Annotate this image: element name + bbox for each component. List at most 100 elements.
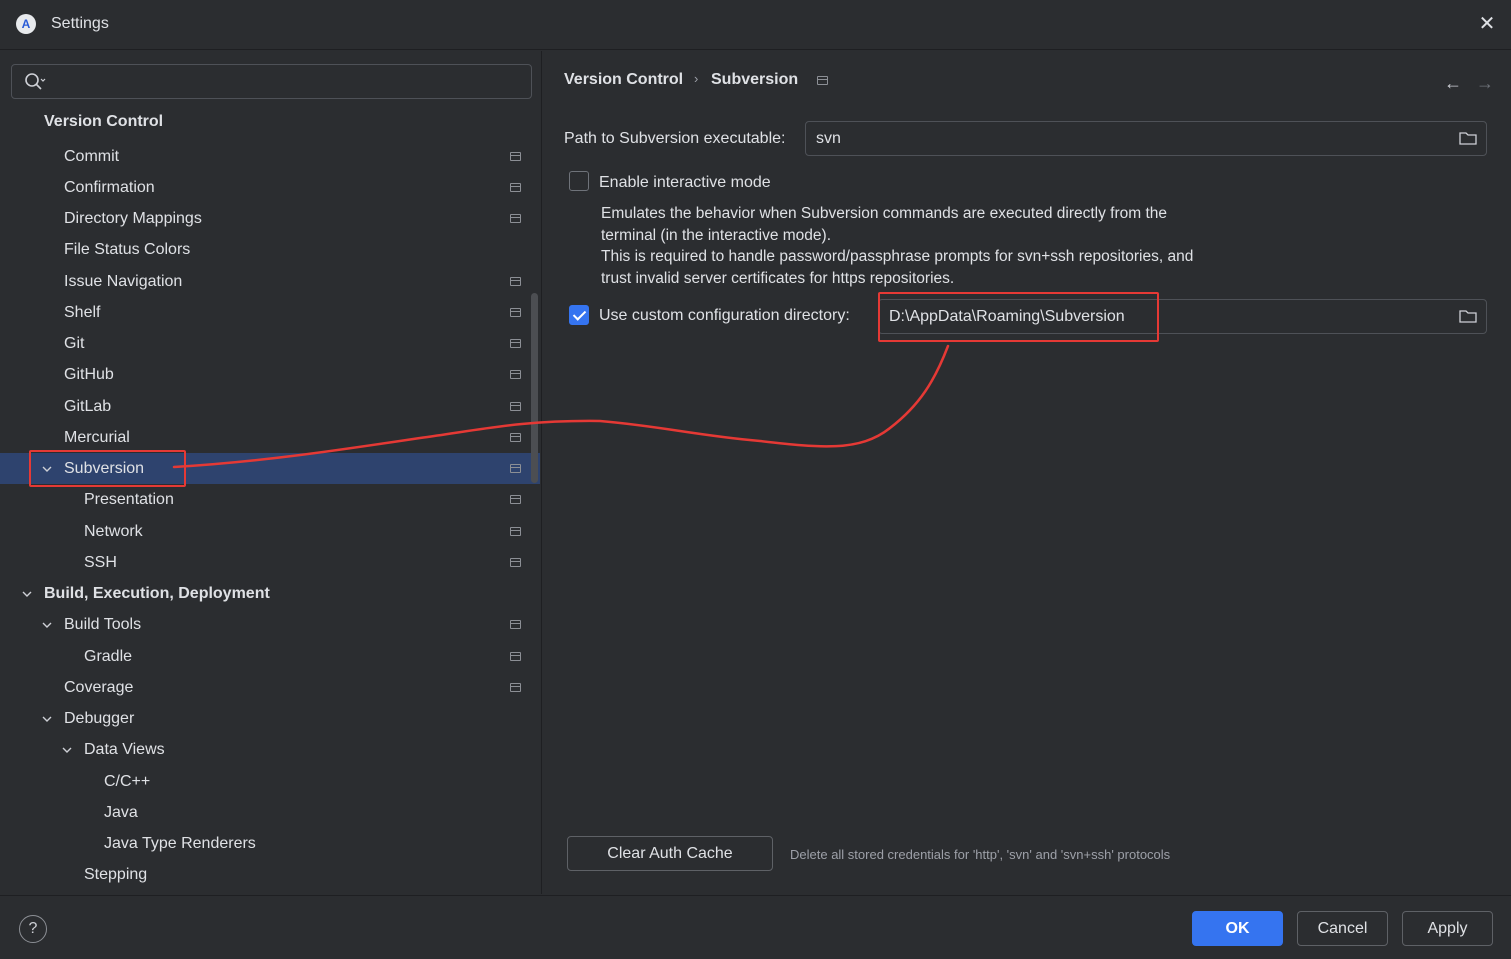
svn-path-value: svn [816, 130, 841, 147]
search-icon [24, 72, 46, 92]
sidebar-item-label: Java [104, 803, 138, 821]
breadcrumb-current: Subversion [711, 71, 799, 88]
sidebar-item-label: Debugger [64, 709, 135, 727]
description-line: terminal (in the interactive mode). [601, 226, 832, 244]
folder-icon[interactable] [1459, 309, 1477, 323]
project-scope-icon [510, 152, 521, 161]
sidebar-item-coverage[interactable]: Coverage [0, 672, 540, 703]
sidebar-item-file-status-colors[interactable]: File Status Colors [0, 234, 540, 265]
custom-config-checkbox[interactable] [569, 305, 589, 325]
project-scope-icon [510, 495, 521, 504]
sidebar-item-c-c[interactable]: C/C++ [0, 766, 540, 797]
sidebar-item-build-tools[interactable]: Build Tools [0, 609, 540, 640]
sidebar-item-shelf[interactable]: Shelf [0, 297, 540, 328]
project-scope-icon [510, 558, 521, 567]
sidebar-item-label: GitHub [64, 365, 114, 383]
apply-button[interactable]: Apply [1402, 911, 1493, 946]
sidebar-item-label: Confirmation [64, 178, 155, 196]
project-scope-icon [510, 183, 521, 192]
sidebar-item-git[interactable]: Git [0, 328, 540, 359]
breadcrumb-separator: › [694, 71, 699, 86]
sidebar-item-label: File Status Colors [64, 240, 191, 258]
android-studio-icon: A [16, 14, 36, 34]
project-scope-icon [817, 76, 828, 85]
sidebar-item-label: Build Tools [64, 615, 142, 633]
sidebar-item-label: Gradle [84, 647, 133, 665]
interactive-mode-label[interactable]: Enable interactive mode [599, 174, 771, 192]
sidebar-item-label: C/C++ [104, 772, 151, 790]
sidebar-item-directory-mappings[interactable]: Directory Mappings [0, 203, 540, 234]
sidebar-item-mercurial[interactable]: Mercurial [0, 422, 540, 453]
sidebar-item-label: Issue Navigation [64, 272, 183, 290]
svn-path-field[interactable]: svn [805, 121, 1487, 156]
chevron-down-icon[interactable] [41, 713, 53, 725]
sidebar-item-label: Git [64, 334, 85, 352]
project-scope-icon [510, 277, 521, 286]
breadcrumb-parent[interactable]: Version Control [564, 71, 683, 89]
sidebar-item-label: Version Control [44, 112, 164, 130]
sidebar-item-label: Stepping [84, 865, 148, 883]
sidebar-item-debugger[interactable]: Debugger [0, 703, 540, 734]
project-scope-icon [510, 464, 521, 473]
sidebar-item-gradle[interactable]: Gradle [0, 641, 540, 672]
sidebar-item-network[interactable]: Network [0, 516, 540, 547]
close-icon[interactable]: ✕ [1475, 12, 1499, 36]
sidebar-item-version-control[interactable]: Version Control [0, 106, 540, 137]
sidebar-item-label: GitLab [64, 397, 112, 415]
sidebar-item-confirmation[interactable]: Confirmation [0, 172, 540, 203]
sidebar-item-label: Shelf [64, 303, 101, 321]
arrow-right-icon[interactable]: → [1476, 73, 1494, 94]
sidebar-item-build-execution-deployment[interactable]: Build, Execution, Deployment [0, 578, 540, 609]
sidebar-item-java[interactable]: Java [0, 797, 540, 828]
project-scope-icon [510, 308, 521, 317]
sidebar-item-stepping[interactable]: Stepping [0, 859, 540, 890]
clear-auth-cache-button[interactable]: Clear Auth Cache [567, 836, 773, 871]
sidebar-scrollbar[interactable] [531, 293, 538, 483]
sidebar-item-label: SSH [84, 553, 117, 571]
project-scope-icon [510, 527, 521, 536]
title-bar: A Settings ✕ [0, 0, 1511, 50]
project-scope-icon [510, 683, 521, 692]
interactive-mode-description: Emulates the behavior when Subversion co… [601, 203, 1193, 289]
sidebar-item-gitlab[interactable]: GitLab [0, 391, 540, 422]
cancel-button[interactable]: Cancel [1297, 911, 1388, 946]
chevron-down-icon[interactable] [41, 619, 53, 631]
sidebar-item-label: Commit [64, 147, 120, 165]
project-scope-icon [510, 652, 521, 661]
description-line: Emulates the behavior when Subversion co… [601, 205, 1168, 222]
clear-auth-hint: Delete all stored credentials for 'http'… [790, 847, 1171, 862]
sidebar-item-label: Build, Execution, Deployment [44, 584, 270, 602]
path-label: Path to Subversion executable: [564, 130, 786, 147]
window-title: Settings [51, 15, 109, 32]
interactive-mode-checkbox[interactable] [569, 171, 589, 191]
project-scope-icon [510, 620, 521, 629]
arrow-left-icon[interactable]: ← [1444, 73, 1462, 94]
sidebar-item-label: Data Views [84, 740, 165, 758]
settings-content: Version Control › Subversion ← → Path to… [543, 51, 1511, 894]
sidebar-item-commit[interactable]: Commit [0, 141, 540, 172]
search-input[interactable] [11, 64, 532, 99]
sidebar-item-label: Java Type Renderers [104, 834, 256, 852]
sidebar-item-label: Coverage [64, 678, 134, 696]
chevron-down-icon[interactable] [21, 588, 33, 600]
sidebar-item-presentation[interactable]: Presentation [0, 484, 540, 515]
sidebar-item-label: Presentation [84, 490, 174, 508]
help-icon[interactable]: ? [19, 915, 47, 943]
sidebar-item-java-type-renderers[interactable]: Java Type Renderers [0, 828, 540, 859]
annotation-box-subversion [29, 450, 186, 487]
sidebar-item-ssh[interactable]: SSH [0, 547, 540, 578]
dialog-footer: ? OK Cancel Apply [0, 895, 1511, 959]
folder-icon[interactable] [1459, 131, 1477, 145]
description-line: This is required to handle password/pass… [601, 248, 1194, 265]
project-scope-icon [510, 433, 521, 442]
ok-button[interactable]: OK [1192, 911, 1283, 946]
sidebar-item-github[interactable]: GitHub [0, 359, 540, 390]
annotation-box-config-path [878, 292, 1159, 342]
sidebar-item-issue-navigation[interactable]: Issue Navigation [0, 266, 540, 297]
sidebar-item-label: Mercurial [64, 428, 130, 446]
project-scope-icon [510, 214, 521, 223]
project-scope-icon [510, 402, 521, 411]
sidebar-item-data-views[interactable]: Data Views [0, 734, 540, 765]
chevron-down-icon[interactable] [61, 744, 73, 756]
custom-config-label[interactable]: Use custom configuration directory: [599, 307, 850, 325]
